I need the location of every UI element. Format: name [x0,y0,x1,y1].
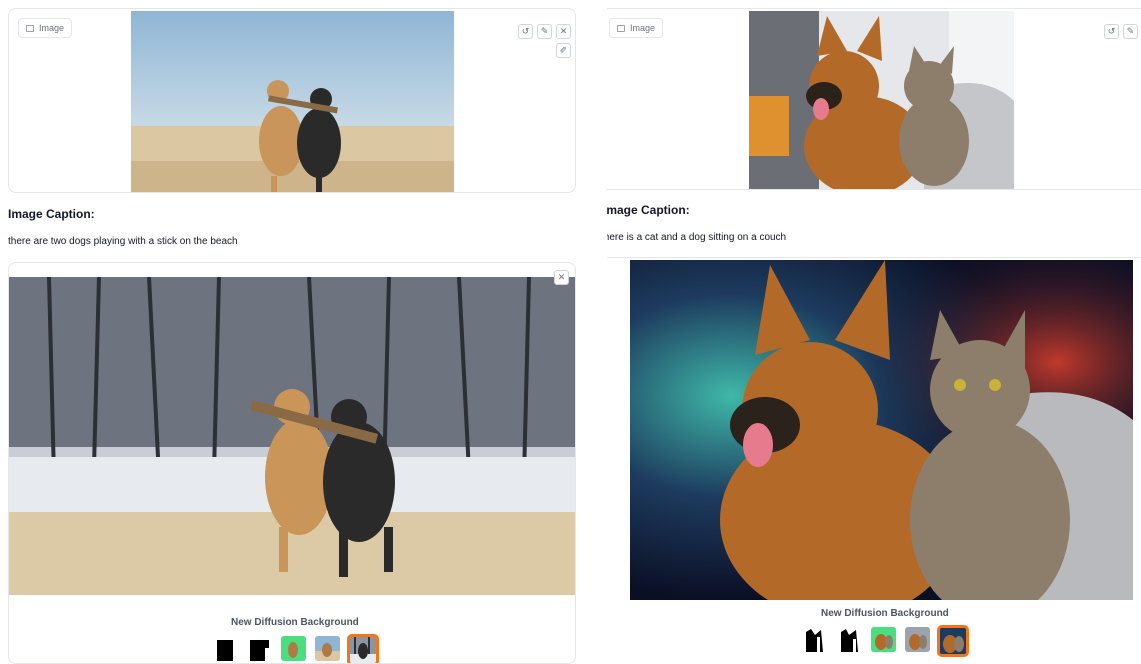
thumbnail-space-selected[interactable] [937,625,969,657]
thumbnail-green[interactable] [281,636,306,661]
caption-title: Image Caption: [607,203,690,217]
brush-icon[interactable]: ✐ [556,43,571,58]
right-demo-panel: Image ↺ ✎ Image Caption: there is a cat … [607,0,1141,664]
thumbnail-mask-1[interactable] [213,636,238,661]
image-icon [26,24,34,32]
thumbnail-mask-2[interactable] [247,636,272,661]
input-toolbar: ↺ ✎ ✕ [518,24,571,39]
close-icon[interactable]: ✕ [556,24,571,39]
gallery-label: New Diffusion Background [821,608,949,619]
output-image-dog-cat-space [630,260,1133,600]
input-image-dog-cat [749,11,1014,189]
caption-text: there are two dogs playing with a stick … [8,236,238,247]
thumbnail-beach[interactable] [315,636,340,661]
output-gallery-block: New Diffusion Background [607,257,1141,664]
image-label-badge: Image [18,18,73,38]
thumbnail-row [213,634,379,663]
image-icon [617,24,625,32]
image-label-text: Image [630,23,656,33]
close-icon[interactable]: ✕ [554,270,569,285]
gallery-label: New Diffusion Background [231,617,359,628]
image-label-badge: Image [609,18,664,38]
input-image-block[interactable]: Image ↺ ✎ [607,8,1141,190]
output-gallery-block: ✕ New Diffusion Background [8,262,576,664]
undo-icon[interactable]: ↺ [1104,24,1119,39]
left-demo-panel: Image ↺ ✎ ✕ ✐ Image Caption: there are t… [0,0,590,664]
undo-icon[interactable]: ↺ [518,24,533,39]
caption-title: Image Caption: [8,207,95,221]
edit-icon[interactable]: ✎ [537,24,552,39]
thumbnail-mask-2[interactable] [837,627,862,652]
thumbnail-row [803,625,969,657]
thumbnail-snow-selected[interactable] [347,634,379,663]
image-label-text: Image [39,23,65,33]
caption-text: there is a cat and a dog sitting on a co… [607,232,787,243]
input-image-block[interactable]: Image ↺ ✎ ✕ ✐ [8,8,576,193]
input-image-dogs-beach [131,11,454,192]
input-toolbar: ↺ ✎ [1104,24,1138,39]
thumbnail-mask-1[interactable] [803,627,828,652]
thumbnail-couch[interactable] [905,627,930,652]
output-image-dogs-snow [9,277,575,595]
thumbnail-green[interactable] [871,627,896,652]
edit-icon[interactable]: ✎ [1123,24,1138,39]
